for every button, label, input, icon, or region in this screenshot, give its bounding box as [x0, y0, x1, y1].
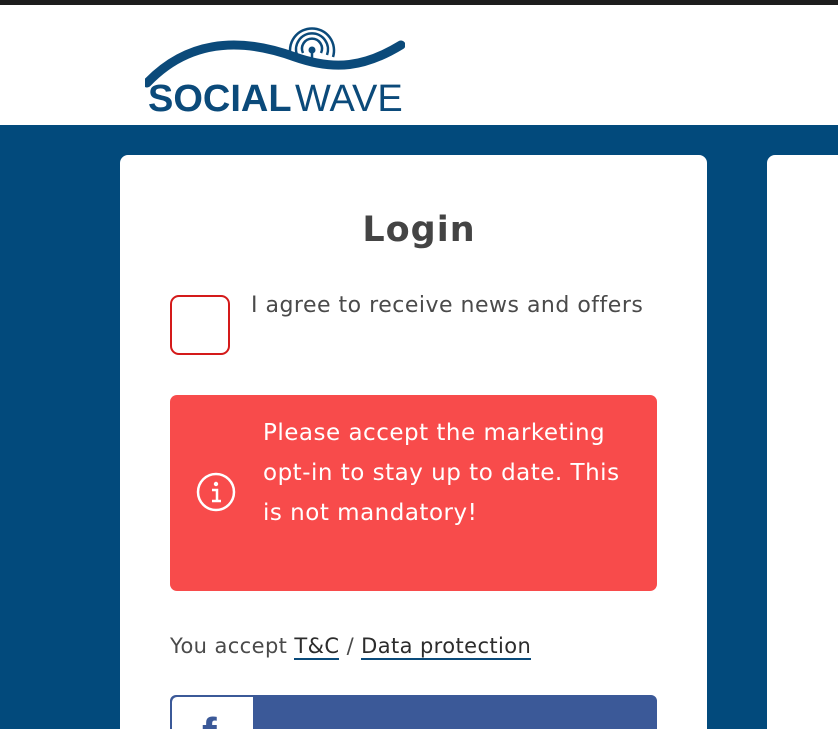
legal-separator: / — [346, 634, 355, 658]
facebook-icon-box: f — [172, 697, 253, 729]
tc-link[interactable]: T&C — [294, 634, 340, 660]
legal-prefix: You accept — [170, 634, 288, 658]
logo-wave-text: WAVE — [295, 78, 403, 115]
site-header: SOCIAL WAVE — [0, 5, 838, 125]
login-title: Login — [362, 210, 476, 250]
legal-notice: You accept T&C / Data protection — [170, 630, 532, 662]
facebook-icon: f — [202, 709, 217, 729]
optin-checkbox[interactable] — [170, 295, 230, 355]
info-icon — [196, 472, 236, 512]
socialwave-logo[interactable]: SOCIAL WAVE — [145, 23, 405, 115]
alert-message: Please accept the marketing opt-in to st… — [263, 420, 620, 526]
facebook-login-button[interactable]: f — [170, 695, 657, 729]
data-protection-link[interactable]: Data protection — [361, 634, 532, 660]
logo-social-text: SOCIAL — [148, 78, 292, 115]
optin-label[interactable]: I agree to receive news and offers — [251, 286, 651, 326]
